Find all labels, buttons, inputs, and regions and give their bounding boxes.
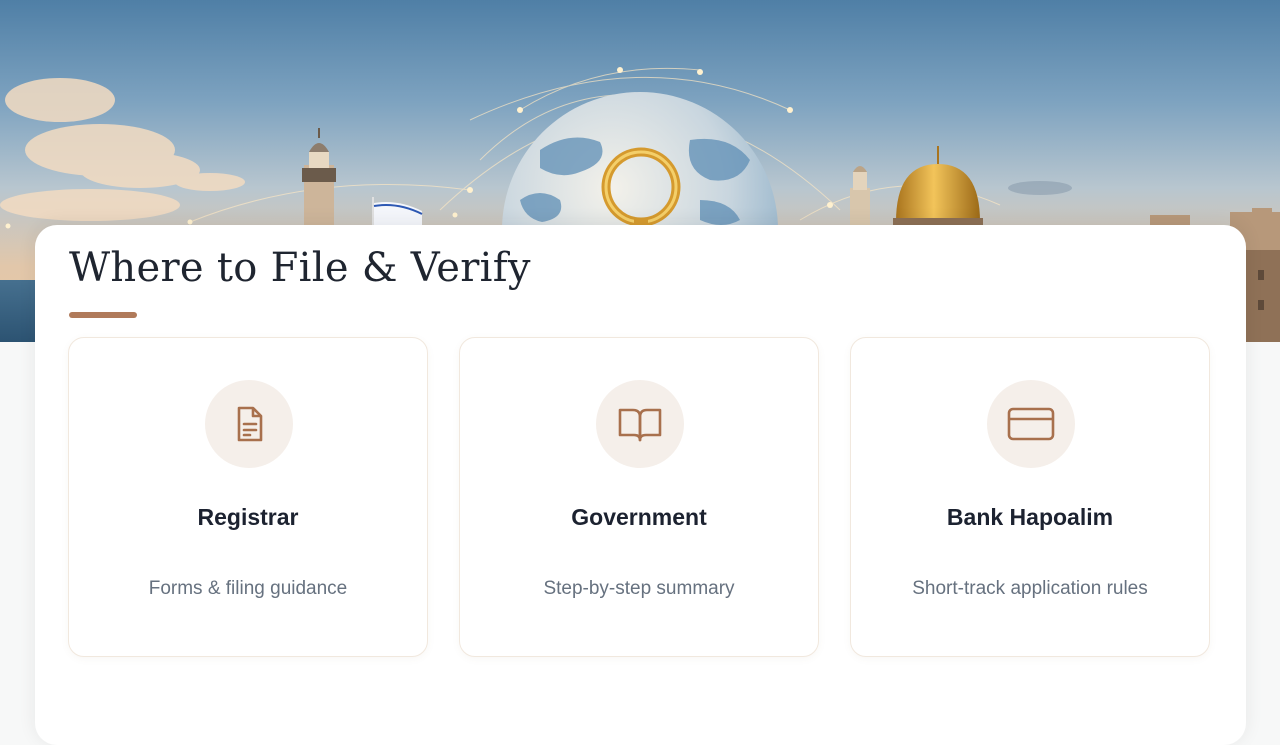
file-verify-panel: Where to File & Verify Registrar Forms &… [35, 225, 1246, 745]
registrar-card-title: Registrar [197, 504, 299, 530]
credit-card-icon [1007, 407, 1055, 441]
bank-hapoalim-card-title: Bank Hapoalim [946, 504, 1114, 530]
government-card-title: Government [571, 504, 707, 530]
government-card-subtitle: Step-by-step summary [543, 578, 735, 599]
section-title: Where to File & Verify [69, 245, 531, 291]
government-icon-circle [596, 380, 684, 468]
bank-hapoalim-icon-circle [987, 380, 1075, 468]
bank-hapoalim-card[interactable]: Bank Hapoalim Short-track application ru… [850, 337, 1210, 657]
registrar-card-subtitle: Forms & filing guidance [148, 578, 348, 599]
document-icon [237, 406, 263, 442]
government-card[interactable]: Government Step-by-step summary [459, 337, 819, 657]
title-underline [69, 312, 137, 318]
bank-hapoalim-card-subtitle: Short-track application rules [912, 578, 1148, 599]
registrar-card[interactable]: Registrar Forms & filing guidance [68, 337, 428, 657]
registrar-icon-circle [205, 380, 293, 468]
open-book-icon [618, 408, 662, 442]
